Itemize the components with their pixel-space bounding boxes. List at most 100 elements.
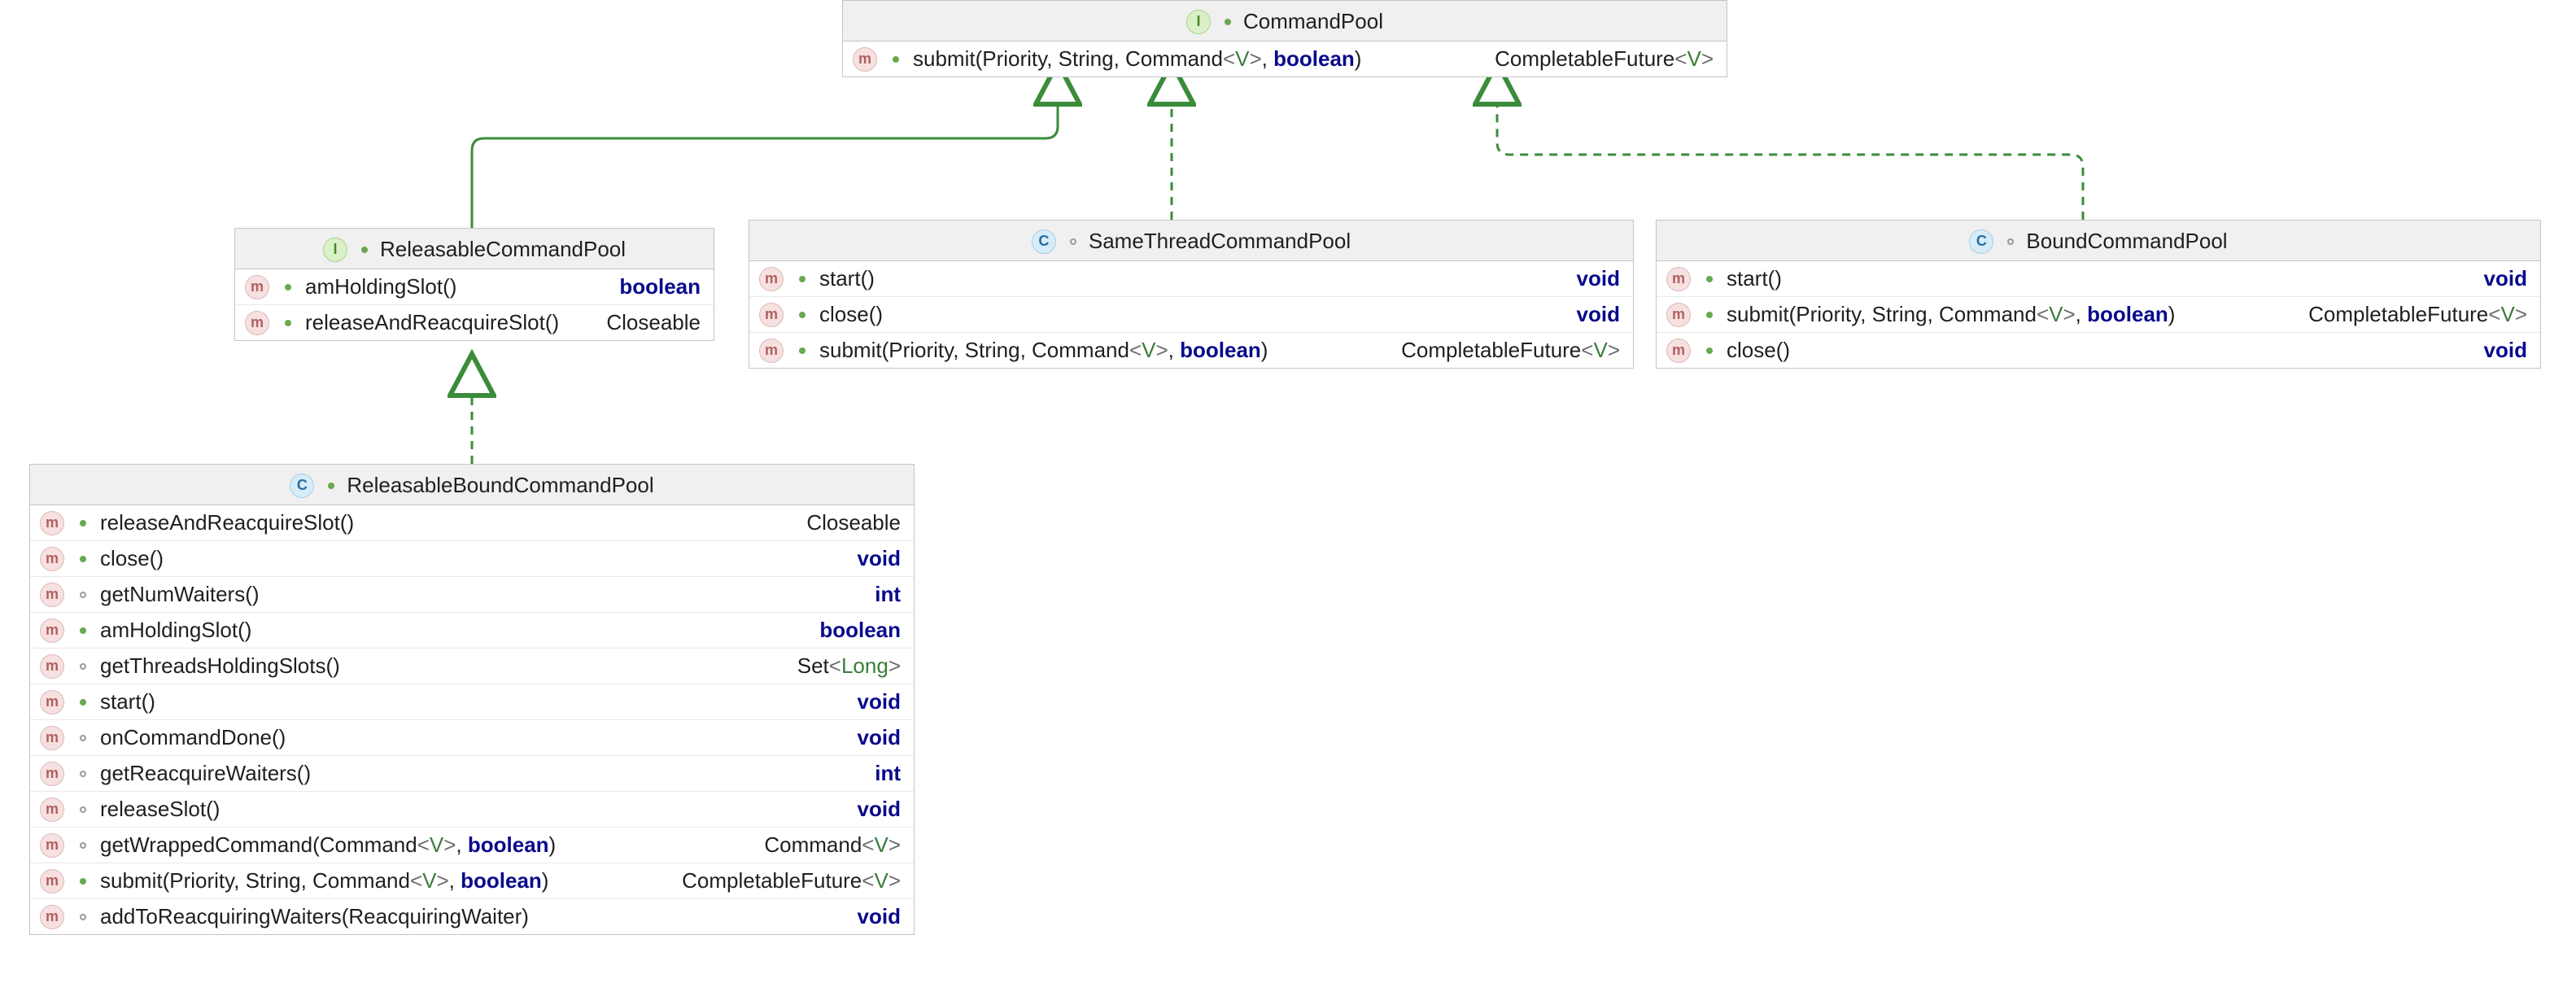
member-signature: close() bbox=[819, 302, 883, 327]
visibility-package-icon bbox=[77, 661, 89, 672]
method-icon: m bbox=[40, 583, 64, 607]
class-box-releasableboundcommandpool: C ReleasableBoundCommandPool mreleaseAnd… bbox=[29, 464, 915, 935]
class-icon: C bbox=[1969, 229, 1993, 254]
member-signature: close() bbox=[1727, 338, 1790, 363]
member-signature: getReacquireWaiters() bbox=[100, 761, 311, 786]
method-icon: m bbox=[40, 511, 64, 535]
method-icon: m bbox=[40, 762, 64, 786]
member-signature: submit(Priority, String, Command<V>, boo… bbox=[1727, 302, 2175, 327]
method-icon: m bbox=[40, 869, 64, 893]
member-signature: start() bbox=[819, 266, 875, 291]
member-signature: getThreadsHoldingSlots() bbox=[100, 653, 340, 679]
class-title: CommandPool bbox=[1243, 9, 1383, 34]
method-icon: m bbox=[40, 654, 64, 679]
member-return-type: void bbox=[858, 725, 901, 750]
member-signature: submit(Priority, String, Command<V>, boo… bbox=[819, 338, 1268, 363]
member-list: mstart()voidmsubmit(Priority, String, Co… bbox=[1657, 261, 2540, 368]
interface-icon: I bbox=[1186, 10, 1211, 34]
method-icon: m bbox=[40, 618, 64, 643]
member-signature: addToReacquiringWaiters(ReacquiringWaite… bbox=[100, 904, 529, 929]
method-icon: m bbox=[40, 690, 64, 714]
member-return-type: void bbox=[1577, 266, 1620, 291]
class-icon: C bbox=[1032, 229, 1056, 254]
class-box-boundcommandpool: C BoundCommandPool mstart()voidmsubmit(P… bbox=[1656, 220, 2541, 369]
visibility-public-icon bbox=[77, 876, 89, 887]
visibility-icon bbox=[325, 480, 337, 492]
member-row: m releaseSlot() void bbox=[30, 792, 914, 828]
visibility-public-icon bbox=[797, 273, 808, 285]
visibility-public-icon bbox=[77, 697, 89, 708]
visibility-package-icon bbox=[77, 911, 89, 923]
member-row: mreleaseAndReacquireSlot()Closeable bbox=[30, 505, 914, 541]
member-list: msubmit(Priority, String, Command<V>, bo… bbox=[843, 42, 1727, 76]
visibility-icon bbox=[359, 244, 370, 256]
visibility-package-icon bbox=[77, 589, 89, 601]
member-list: mstart()voidmclose()voidmsubmit(Priority… bbox=[749, 261, 1633, 368]
member-row: msubmit(Priority, String, Command<V>, bo… bbox=[1657, 297, 2540, 333]
member-row: mstart()void bbox=[749, 261, 1633, 297]
visibility-public-icon bbox=[77, 518, 89, 529]
member-return-type: void bbox=[2484, 338, 2527, 363]
class-header: C ReleasableBoundCommandPool bbox=[30, 465, 914, 505]
member-row: msubmit(Priority, String, Command<V>, bo… bbox=[30, 863, 914, 899]
class-title: ReleasableCommandPool bbox=[380, 237, 626, 262]
member-row: mstart()void bbox=[1657, 261, 2540, 297]
member-return-type: int bbox=[875, 582, 901, 607]
member-return-type: void bbox=[858, 797, 901, 822]
method-icon: m bbox=[40, 797, 64, 822]
visibility-public-icon bbox=[77, 625, 89, 636]
member-signature: start() bbox=[100, 689, 155, 714]
member-row: mgetThreadsHoldingSlots()Set<Long> bbox=[30, 649, 914, 684]
class-box-samethreadcommandpool: C SameThreadCommandPool m start() void m clo… bbox=[749, 220, 1634, 369]
member-row: m getReacquireWaiters() int bbox=[30, 756, 914, 792]
member-row: msubmit(Priority, String, Command<V>, bo… bbox=[843, 42, 1727, 76]
visibility-public-icon bbox=[282, 317, 294, 329]
visibility-icon bbox=[2005, 236, 2016, 247]
member-signature: releaseAndReacquireSlot() bbox=[305, 310, 559, 335]
class-icon: C bbox=[290, 474, 314, 498]
method-icon: m bbox=[759, 339, 784, 363]
class-title: SameThreadCommandPool bbox=[1089, 229, 1351, 254]
member-signature: close() bbox=[100, 546, 164, 571]
method-icon: m bbox=[1666, 267, 1691, 291]
class-header: I ReleasableCommandPool bbox=[235, 229, 714, 269]
member-row: m submit(Priority, String, Command<V>, bo… bbox=[749, 333, 1633, 368]
member-row: mstart()void bbox=[30, 684, 914, 720]
member-row: mamHoldingSlot()boolean bbox=[30, 613, 914, 649]
arrow-releasable-to-commandpool bbox=[472, 65, 1058, 228]
class-box-commandpool: I CommandPool msubmit(Priority, String, … bbox=[842, 0, 1727, 77]
method-icon: m bbox=[759, 303, 784, 327]
method-icon: m bbox=[40, 547, 64, 571]
member-signature: amHoldingSlot() bbox=[305, 274, 456, 299]
class-box-releasablecommandpool: I ReleasableCommandPool m amHoldingSlot()… bbox=[234, 228, 714, 341]
class-title: ReleasableBoundCommandPool bbox=[347, 473, 653, 498]
visibility-public-icon bbox=[1704, 273, 1715, 285]
class-header: I CommandPool bbox=[843, 1, 1727, 42]
member-return-type: void bbox=[858, 546, 901, 571]
member-return-type: boolean bbox=[619, 274, 701, 299]
method-icon: m bbox=[245, 275, 269, 299]
member-row: m amHoldingSlot() boolean bbox=[235, 269, 714, 305]
member-row: m close() void bbox=[1657, 333, 2540, 368]
arrow-bound-to-commandpool bbox=[1497, 65, 2083, 220]
member-row: monCommandDone()void bbox=[30, 720, 914, 756]
member-return-type: Command<V> bbox=[764, 832, 901, 858]
visibility-icon bbox=[1222, 16, 1233, 28]
member-signature: getWrappedCommand(Command<V>, boolean) bbox=[100, 832, 556, 858]
method-icon: m bbox=[1666, 339, 1691, 363]
visibility-public-icon bbox=[77, 553, 89, 565]
visibility-public-icon bbox=[797, 309, 808, 321]
member-signature: releaseSlot() bbox=[100, 797, 220, 822]
interface-icon: I bbox=[323, 238, 347, 262]
member-list: m amHoldingSlot() booleanm releaseAndReacqu… bbox=[235, 269, 714, 340]
member-row: mgetNumWaiters()int bbox=[30, 577, 914, 613]
visibility-package-icon bbox=[77, 804, 89, 815]
member-row: mclose()void bbox=[749, 297, 1633, 333]
visibility-public-icon bbox=[890, 54, 902, 65]
member-return-type: int bbox=[875, 761, 901, 786]
member-return-type: CompletableFuture<V> bbox=[2308, 302, 2527, 327]
method-icon: m bbox=[40, 833, 64, 858]
visibility-package-icon bbox=[77, 840, 89, 851]
visibility-package-icon bbox=[77, 768, 89, 780]
visibility-package-icon bbox=[77, 732, 89, 744]
